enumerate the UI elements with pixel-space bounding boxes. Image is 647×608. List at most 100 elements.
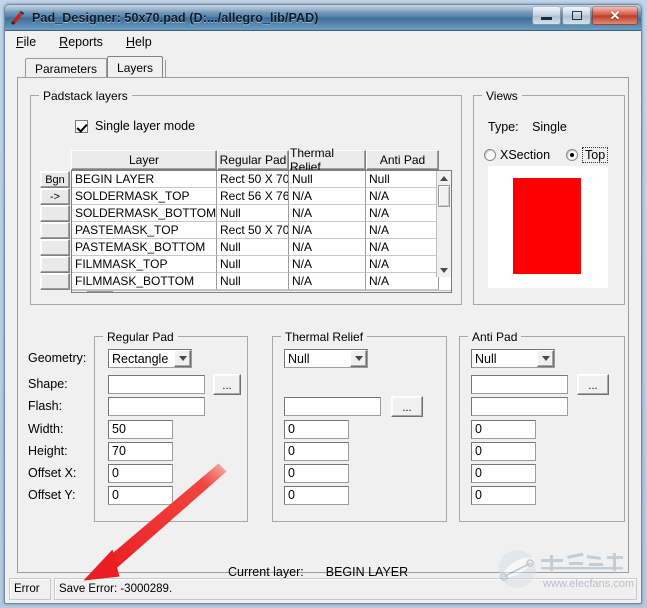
row-button-6[interactable] bbox=[40, 256, 70, 273]
regular-pad-shape-field[interactable] bbox=[108, 375, 205, 394]
regular-pad-flash-field[interactable] bbox=[108, 397, 205, 416]
cell-anti-pad[interactable]: N/A bbox=[366, 188, 439, 205]
row-button-next[interactable]: -> bbox=[40, 188, 70, 205]
cell-thermal-relief[interactable]: N/A bbox=[289, 273, 366, 290]
cell-regular-pad[interactable]: Rect 56 X 76 bbox=[217, 188, 289, 205]
chevron-down-icon[interactable] bbox=[350, 350, 367, 367]
menu-reports[interactable]: Reports bbox=[57, 33, 114, 51]
cell-regular-pad[interactable]: Null bbox=[217, 205, 289, 222]
table-row[interactable]: FILMMASK_BOTTOM Null N/A N/A bbox=[72, 273, 451, 290]
table-row[interactable]: PASTEMASK_TOP Rect 50 X 70 N/A N/A bbox=[72, 222, 451, 239]
anti-pad-width-field[interactable]: 0 bbox=[471, 420, 536, 439]
column-header-thermal-relief[interactable]: Thermal Relief bbox=[289, 146, 366, 174]
column-header-anti-pad[interactable]: Anti Pad bbox=[366, 150, 439, 170]
table-row[interactable]: SOLDERMASK_TOP Rect 56 X 76 N/A N/A bbox=[72, 188, 451, 205]
row-button-3[interactable] bbox=[40, 205, 70, 222]
scroll-down-arrow-icon[interactable] bbox=[437, 263, 451, 277]
cell-layer[interactable]: PASTEMASK_TOP bbox=[72, 222, 217, 239]
window-title: Pad_Designer: 50x70.pad (D:.../allegro_l… bbox=[32, 10, 319, 25]
row-button-bgn[interactable]: Bgn bbox=[40, 171, 70, 188]
cell-layer[interactable]: SOLDERMASK_TOP bbox=[72, 188, 217, 205]
anti-pad-offset-x-field[interactable]: 0 bbox=[471, 464, 536, 483]
cell-regular-pad[interactable]: Null bbox=[217, 256, 289, 273]
chevron-down-icon[interactable] bbox=[537, 350, 554, 367]
thermal-relief-geometry-combo[interactable]: Null bbox=[284, 349, 368, 368]
thermal-relief-offset-x-field[interactable]: 0 bbox=[284, 464, 349, 483]
row-button-5[interactable] bbox=[40, 239, 70, 256]
cell-thermal-relief[interactable]: N/A bbox=[289, 239, 366, 256]
table-row[interactable]: FILMMASK_TOP Null N/A N/A bbox=[72, 256, 451, 273]
row-button-7[interactable] bbox=[40, 273, 70, 290]
anti-pad-geometry-combo[interactable]: Null bbox=[471, 349, 555, 368]
thermal-relief-flash-field[interactable] bbox=[284, 397, 381, 416]
cell-layer[interactable]: FILMMASK_BOTTOM bbox=[72, 273, 217, 290]
column-header-regular-pad[interactable]: Regular Pad bbox=[217, 150, 289, 170]
menu-file[interactable]: File bbox=[14, 33, 47, 51]
menu-help[interactable]: Help bbox=[124, 33, 163, 51]
anti-pad-offset-y-field[interactable]: 0 bbox=[471, 486, 536, 505]
table-row[interactable]: BEGIN LAYER Rect 50 X 70 Null Null bbox=[72, 171, 451, 188]
table-horizontal-scrollbar[interactable] bbox=[72, 290, 451, 292]
column-header-layer[interactable]: Layer bbox=[71, 150, 217, 170]
thermal-relief-browse-button[interactable]: ... bbox=[391, 396, 423, 417]
cell-anti-pad[interactable]: N/A bbox=[366, 273, 439, 290]
cell-anti-pad[interactable]: N/A bbox=[366, 205, 439, 222]
regular-pad-height-field[interactable]: 70 bbox=[108, 442, 173, 461]
current-layer-label: Current layer: bbox=[228, 565, 304, 579]
cell-anti-pad[interactable]: N/A bbox=[366, 239, 439, 256]
thermal-relief-height-field[interactable]: 0 bbox=[284, 442, 349, 461]
tab-parameters[interactable]: Parameters bbox=[25, 58, 108, 77]
scroll-up-arrow-icon[interactable] bbox=[437, 171, 451, 185]
table-row[interactable]: PASTEMASK_BOTTOM Null N/A N/A bbox=[72, 239, 451, 256]
cell-regular-pad[interactable]: Null bbox=[217, 273, 289, 290]
anti-pad-flash-field[interactable] bbox=[471, 397, 568, 416]
menu-help-rest: elp bbox=[134, 34, 152, 49]
regular-pad-offset-y-field[interactable]: 0 bbox=[108, 486, 173, 505]
single-layer-mode-row[interactable]: Single layer mode bbox=[75, 119, 195, 133]
regular-pad-offset-x-field[interactable]: 0 bbox=[108, 464, 173, 483]
regular-pad-browse-button[interactable]: ... bbox=[213, 374, 241, 395]
thermal-relief-offset-y-field[interactable]: 0 bbox=[284, 486, 349, 505]
thermal-relief-width-field[interactable]: 0 bbox=[284, 420, 349, 439]
padstack-layers-legend: Padstack layers bbox=[39, 89, 132, 103]
screenshot-root: Pad_Designer: 50x70.pad (D:.../allegro_l… bbox=[0, 0, 647, 608]
menu-reports-rest: eports bbox=[68, 34, 103, 49]
cell-regular-pad[interactable]: Null bbox=[217, 239, 289, 256]
views-group: Views Type: Single XSection Top bbox=[473, 89, 625, 305]
vertical-scroll-thumb[interactable] bbox=[438, 185, 450, 207]
cell-thermal-relief[interactable]: N/A bbox=[289, 222, 366, 239]
tab-strip: Parameters Layers bbox=[25, 56, 637, 77]
row-button-4[interactable] bbox=[40, 222, 70, 239]
cell-thermal-relief[interactable]: Null bbox=[289, 171, 366, 188]
anti-pad-geometry-value: Null bbox=[475, 351, 497, 366]
cell-anti-pad[interactable]: Null bbox=[366, 171, 439, 188]
anti-pad-browse-button[interactable]: ... bbox=[577, 374, 609, 395]
radio-top[interactable] bbox=[566, 149, 579, 161]
cell-thermal-relief[interactable]: N/A bbox=[289, 256, 366, 273]
single-layer-mode-checkbox[interactable] bbox=[75, 119, 88, 133]
cell-layer[interactable]: BEGIN LAYER bbox=[72, 171, 217, 188]
cell-layer[interactable]: PASTEMASK_BOTTOM bbox=[72, 239, 217, 256]
anti-pad-height-field[interactable]: 0 bbox=[471, 442, 536, 461]
cell-layer[interactable]: SOLDERMASK_BOTTOM bbox=[72, 205, 217, 222]
table-vertical-scrollbar[interactable] bbox=[436, 171, 451, 277]
table-row[interactable]: SOLDERMASK_BOTTOM Null N/A N/A bbox=[72, 205, 451, 222]
cell-anti-pad[interactable]: N/A bbox=[366, 222, 439, 239]
cell-thermal-relief[interactable]: N/A bbox=[289, 188, 366, 205]
radio-xsection[interactable] bbox=[484, 149, 496, 161]
tab-layers[interactable]: Layers bbox=[107, 56, 164, 77]
close-button[interactable]: ✕ bbox=[592, 6, 638, 25]
cell-anti-pad[interactable]: N/A bbox=[366, 256, 439, 273]
anti-pad-shape-field[interactable] bbox=[471, 375, 568, 394]
maximize-button[interactable] bbox=[562, 6, 591, 25]
horizontal-scroll-thumb[interactable] bbox=[87, 291, 113, 292]
regular-pad-width-field[interactable]: 50 bbox=[108, 420, 173, 439]
cell-thermal-relief[interactable]: N/A bbox=[289, 205, 366, 222]
cell-layer[interactable]: FILMMASK_TOP bbox=[72, 256, 217, 273]
minimize-button[interactable] bbox=[532, 6, 561, 25]
cell-regular-pad[interactable]: Rect 50 X 70 bbox=[217, 171, 289, 188]
cell-regular-pad[interactable]: Rect 50 X 70 bbox=[217, 222, 289, 239]
regular-pad-geometry-combo[interactable]: Rectangle bbox=[108, 349, 192, 368]
chevron-down-icon[interactable] bbox=[174, 350, 191, 367]
vertical-scroll-track[interactable] bbox=[437, 207, 451, 263]
